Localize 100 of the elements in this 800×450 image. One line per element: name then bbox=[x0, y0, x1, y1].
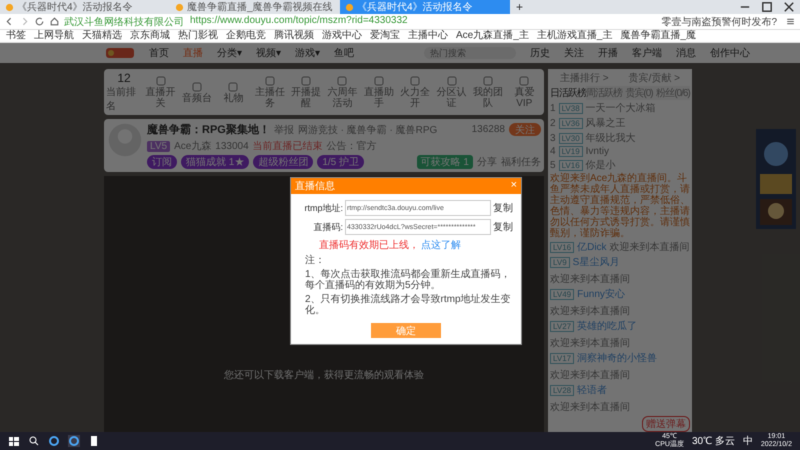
level-badge: LV49 bbox=[550, 288, 574, 300]
toolbar-button[interactable]: 分区认证 bbox=[434, 75, 470, 109]
level-badge: LV28 bbox=[550, 384, 574, 396]
level-badge: LV19 bbox=[558, 146, 583, 157]
toolbar-button[interactable]: 礼物 bbox=[216, 80, 252, 104]
toolbar-button[interactable]: 直播助手 bbox=[361, 75, 397, 109]
rank-number: 3 bbox=[550, 132, 556, 144]
task-link[interactable]: 福利任务 bbox=[501, 155, 541, 169]
square-icon bbox=[446, 75, 458, 87]
close-icon[interactable] bbox=[782, 0, 796, 14]
level-badge: LV38 bbox=[558, 102, 583, 114]
new-tab-button[interactable]: + bbox=[510, 0, 530, 14]
logo-icon bbox=[175, 2, 184, 12]
browser-tab[interactable]: 《兵器时代4》活动报名令 bbox=[340, 0, 510, 14]
anchor-name[interactable]: Ace九森 bbox=[174, 139, 212, 153]
chat-tab[interactable]: 日活跃榜 bbox=[550, 86, 586, 100]
nav-link[interactable]: 游戏▾ bbox=[295, 46, 320, 60]
note-text: 1、每次点击获取推流码都会重新生成直播码，每个直播码的有效期为5分钟。 bbox=[304, 269, 512, 291]
confirm-button[interactable]: 确定 bbox=[371, 323, 441, 338]
nav-link[interactable]: 视频▾ bbox=[256, 46, 281, 60]
badge-pill[interactable]: 1/5 护卫 bbox=[317, 155, 364, 169]
home-icon[interactable] bbox=[49, 16, 60, 27]
search-field[interactable]: 零壹与南盗预警何时发布? bbox=[657, 14, 781, 28]
nav-link[interactable]: 鱼吧 bbox=[334, 46, 354, 60]
bookmark-link[interactable]: 天猫精选 bbox=[82, 30, 122, 42]
report-link[interactable]: 举报 bbox=[274, 122, 294, 136]
level-badge: LV27 bbox=[550, 320, 574, 332]
dialog-title: 直播信息 bbox=[295, 180, 335, 193]
field-label: 直播码: bbox=[312, 220, 343, 234]
follower-count: 136288 bbox=[472, 124, 505, 135]
browser-icon[interactable] bbox=[68, 435, 80, 447]
field-label: rtmp地址: bbox=[303, 202, 343, 214]
user-name: 年级比我大 bbox=[586, 132, 636, 145]
bookmark-link[interactable]: 书签 bbox=[6, 30, 26, 42]
user-name[interactable]: 英雄的吃瓜了 bbox=[577, 319, 638, 333]
maximize-icon[interactable] bbox=[760, 0, 774, 14]
header-link[interactable]: 客户端 bbox=[632, 46, 662, 60]
document-icon[interactable] bbox=[88, 435, 100, 447]
header-link[interactable]: 开播 bbox=[598, 46, 618, 60]
rank-number: 5 bbox=[550, 160, 556, 170]
search-icon[interactable] bbox=[28, 435, 40, 447]
copy-link[interactable]: 复制 bbox=[493, 220, 513, 234]
user-name[interactable]: 亿Dick bbox=[577, 240, 607, 254]
level-badge: LV9 bbox=[550, 256, 570, 268]
welcome-message: 欢迎来到本直播间 bbox=[610, 240, 690, 254]
reload-icon[interactable] bbox=[34, 16, 45, 27]
user-name[interactable]: 轻语者 bbox=[577, 383, 608, 397]
ranking-link[interactable]: 主播排行 > bbox=[560, 71, 609, 85]
user-name[interactable]: S星尘风月 bbox=[572, 255, 620, 269]
toolbar-button[interactable]: 开播提醒 bbox=[288, 75, 324, 109]
toolbar-button[interactable]: 直播开关 bbox=[143, 75, 178, 109]
square-icon bbox=[372, 75, 385, 87]
bookmark-link[interactable]: 腾讯视频 bbox=[274, 30, 314, 42]
level-badge: LV17 bbox=[550, 352, 574, 364]
square-icon bbox=[264, 75, 276, 87]
badge-pill[interactable]: 订阅 bbox=[147, 155, 177, 169]
weather-text[interactable]: 30℃ 多云 bbox=[692, 434, 735, 448]
browser-icon[interactable] bbox=[48, 435, 60, 447]
close-button[interactable]: × bbox=[510, 179, 517, 193]
logo-icon bbox=[345, 2, 354, 12]
user-name[interactable]: Funny安心 bbox=[577, 287, 625, 301]
nav-link[interactable]: 首页 bbox=[149, 46, 169, 60]
nav-link[interactable]: 直播 bbox=[183, 46, 203, 60]
share-link[interactable]: 分享 bbox=[477, 155, 497, 169]
badge-pill[interactable]: 超级粉丝团 bbox=[253, 155, 314, 169]
windows-icon[interactable] bbox=[8, 435, 20, 447]
level-badge: LV5 bbox=[147, 140, 170, 152]
toolbar-button[interactable]: 音频台 bbox=[179, 80, 215, 104]
toolbar-button[interactable]: 真爱VIP bbox=[506, 75, 542, 109]
square-icon bbox=[300, 75, 312, 87]
copy-link[interactable]: 复制 bbox=[493, 201, 513, 215]
header-link[interactable]: 创作中心 bbox=[710, 46, 750, 60]
toolbar-button[interactable]: 火力全开 bbox=[398, 75, 433, 109]
reward-badge[interactable]: 可获攻略 1 bbox=[416, 155, 473, 169]
input-method[interactable]: 中 bbox=[742, 434, 753, 448]
header-link[interactable]: 关注 bbox=[564, 46, 584, 60]
menu-icon[interactable] bbox=[785, 16, 796, 27]
nav-link[interactable]: 分类▾ bbox=[217, 46, 242, 60]
header-link[interactable]: 消息 bbox=[676, 46, 696, 60]
toolbar-button[interactable]: 六周年活动 bbox=[324, 75, 360, 109]
address-field[interactable]: 武汉斗鱼网络科技有限公司 https://www.douyu.com/topic/mszm?rid=4330332 bbox=[64, 14, 654, 28]
badge-pill[interactable]: 猫猫成就 1★ bbox=[181, 155, 250, 169]
level-badge: LV16 bbox=[558, 160, 583, 170]
square-icon bbox=[227, 80, 240, 92]
toolbar-button[interactable]: 我的团队 bbox=[470, 75, 506, 109]
header-link[interactable]: 历史 bbox=[530, 46, 550, 60]
browser-tab[interactable]: 魔兽争霸直播_魔兽争霸视频在线 bbox=[170, 0, 340, 14]
hot-count: 133004 bbox=[215, 140, 249, 152]
user-name: 一天一个大冰箱 bbox=[586, 102, 656, 115]
browser-tab[interactable]: 《兵器时代4》活动报名令 bbox=[0, 0, 170, 14]
toolbar-button[interactable]: 主播任务 bbox=[252, 75, 288, 109]
rank-number: 2 bbox=[550, 118, 556, 128]
ranking-link[interactable]: 贵宾/贡献 > bbox=[628, 71, 680, 85]
user-name[interactable]: 洞察神奇的小怪兽 bbox=[577, 351, 658, 365]
note-text: 2、只有切换推流线路才会导致rtmp地址发生变化。 bbox=[304, 294, 512, 316]
help-link[interactable]: 点这了解 bbox=[421, 238, 461, 252]
level-badge: LV36 bbox=[558, 118, 583, 128]
logo-icon bbox=[5, 2, 14, 12]
follow-button[interactable]: 关注 bbox=[509, 123, 541, 136]
live-status: 当前直播已结束 bbox=[252, 140, 323, 153]
